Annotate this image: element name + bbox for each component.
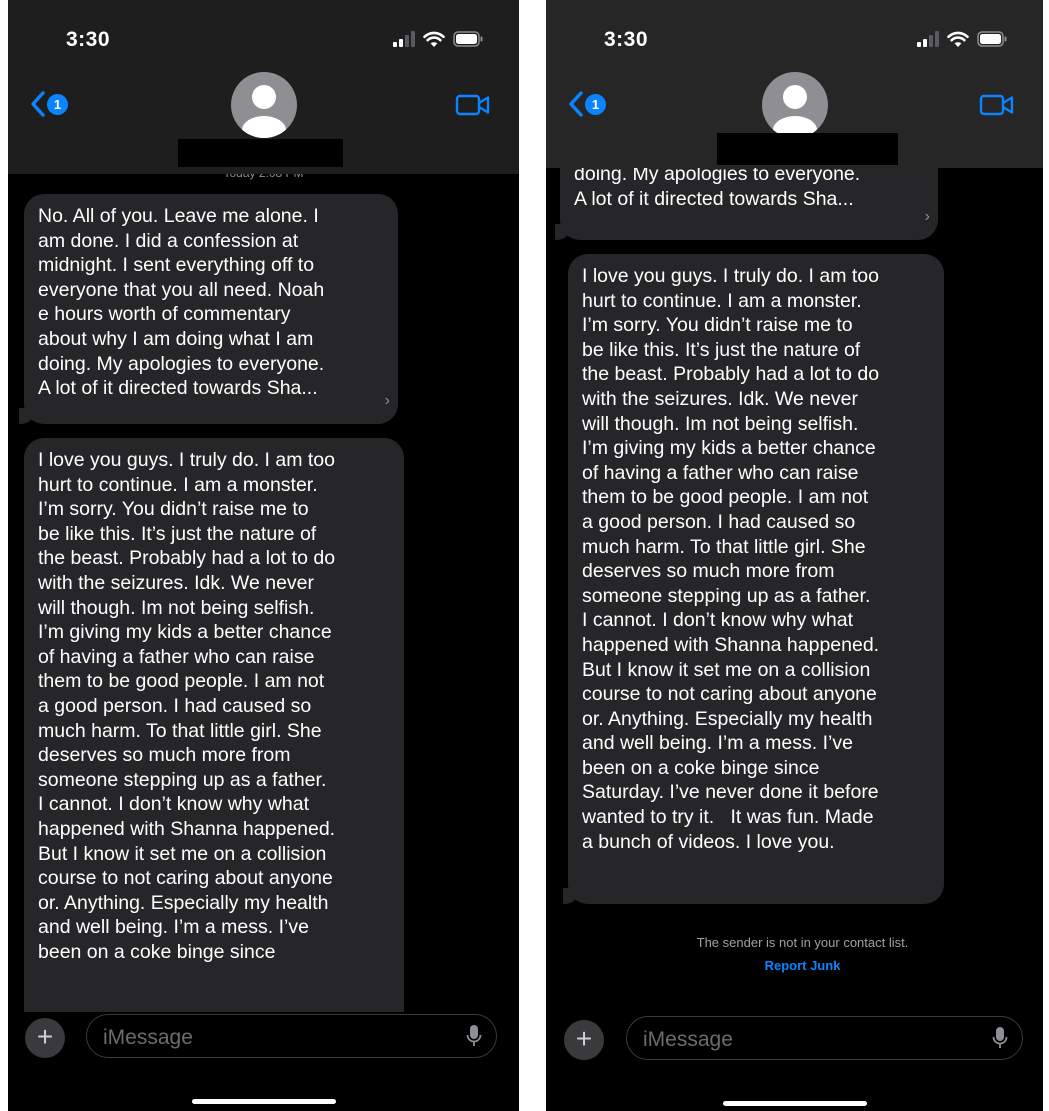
- facetime-button[interactable]: [455, 93, 491, 122]
- input-placeholder: iMessage: [643, 1028, 733, 1051]
- chevron-left-icon: [569, 91, 583, 117]
- battery-icon: [977, 31, 1007, 47]
- contact-avatar[interactable]: [761, 72, 828, 138]
- message-bubble[interactable]: I love you guys. I truly do. I am too hu…: [24, 438, 404, 1038]
- video-camera-icon: [455, 94, 490, 116]
- back-button[interactable]: 1: [568, 91, 606, 117]
- bubble-tail: [19, 408, 35, 424]
- apps-plus-button[interactable]: +: [564, 1020, 604, 1060]
- message-bubble[interactable]: No. All of you. Leave me alone. I am don…: [19, 194, 398, 424]
- chevron-left-icon: [31, 91, 45, 117]
- contact-avatar[interactable]: [230, 72, 297, 138]
- message-bubble[interactable]: doing. My apologies to everyone. A lot o…: [555, 160, 938, 240]
- screenshot-left: Today 2:08 PM No. All of you. Leave me a…: [8, 0, 519, 1111]
- back-button[interactable]: 1: [30, 91, 68, 117]
- input-placeholder: iMessage: [103, 1026, 193, 1049]
- status-icons: [917, 28, 1007, 50]
- redacted-contact-name: [717, 133, 898, 165]
- battery-icon: [453, 31, 483, 47]
- imessage-input[interactable]: iMessage: [626, 1016, 1023, 1060]
- status-icons: [393, 28, 483, 50]
- conversation-header: 3:30 1: [546, 0, 1043, 168]
- message-text: No. All of you. Leave me alone. I am don…: [38, 205, 325, 400]
- microphone-icon[interactable]: [466, 1024, 482, 1048]
- unknown-sender-notice: The sender is not in your contact list. …: [546, 935, 1043, 973]
- message-composer: + iMessage: [546, 1014, 1043, 1111]
- home-indicator[interactable]: [722, 1101, 867, 1106]
- imessage-input[interactable]: iMessage: [86, 1014, 497, 1058]
- expand-chevron-icon[interactable]: ›: [925, 205, 930, 230]
- apps-plus-button[interactable]: +: [25, 1018, 65, 1058]
- message-text: doing. My apologies to everyone. A lot o…: [574, 163, 861, 210]
- sender-notice-text: The sender is not in your contact list.: [696, 935, 909, 950]
- conversation-header: 3:30 1: [8, 0, 519, 174]
- status-bar: 3:30: [8, 0, 519, 75]
- facetime-button[interactable]: [979, 93, 1015, 122]
- redacted-contact-name: [178, 139, 343, 167]
- bubble-tail: [563, 888, 579, 904]
- message-text: I love you guys. I truly do. I am too hu…: [582, 265, 880, 853]
- message-text: I love you guys. I truly do. I am too hu…: [38, 449, 336, 963]
- video-camera-icon: [979, 94, 1014, 116]
- status-time: 3:30: [604, 28, 649, 51]
- expand-chevron-icon[interactable]: ›: [385, 389, 390, 414]
- cellular-signal-icon: [393, 31, 415, 47]
- unread-badge: 1: [585, 93, 606, 115]
- unread-badge: 1: [47, 93, 68, 115]
- microphone-icon[interactable]: [992, 1026, 1008, 1050]
- home-indicator[interactable]: [191, 1099, 336, 1104]
- person-icon: [772, 85, 817, 138]
- report-junk-link[interactable]: Report Junk: [562, 958, 1043, 973]
- screenshot-right: doing. My apologies to everyone. A lot o…: [546, 0, 1043, 1111]
- message-composer: + iMessage: [8, 1012, 519, 1111]
- cellular-signal-icon: [917, 31, 939, 47]
- message-thread[interactable]: doing. My apologies to everyone. A lot o…: [546, 160, 1043, 1111]
- status-time: 3:30: [66, 28, 111, 51]
- wifi-icon: [947, 31, 969, 47]
- status-bar: 3:30: [546, 0, 1043, 75]
- message-bubble[interactable]: I love you guys. I truly do. I am too hu…: [563, 254, 944, 904]
- person-icon: [241, 85, 286, 138]
- wifi-icon: [423, 31, 445, 47]
- bubble-tail: [555, 224, 571, 240]
- message-thread[interactable]: Today 2:08 PM No. All of you. Leave me a…: [8, 160, 519, 1111]
